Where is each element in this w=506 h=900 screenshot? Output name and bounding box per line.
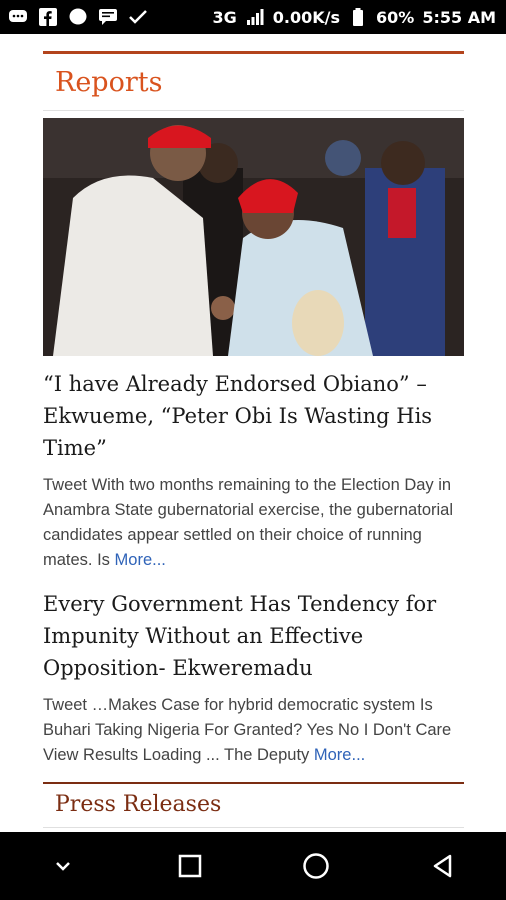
notification-check-icon <box>128 8 148 26</box>
battery-level: 60% <box>376 7 415 27</box>
network-speed: 0.00K/s <box>272 7 341 27</box>
sms-icon <box>98 8 118 26</box>
status-bar: 3G 0.00K/s 60% 5:55 AM <box>0 0 506 34</box>
section-divider <box>43 782 464 784</box>
article-headline[interactable]: “I have Already Endorsed Obiano” – Ekwue… <box>43 368 464 464</box>
navigation-bar <box>0 832 506 900</box>
article-headline[interactable]: Every Government Has Tendency for Impuni… <box>43 588 464 684</box>
article-excerpt: Tweet With two months remaining to the E… <box>43 473 464 573</box>
section-underline <box>43 827 464 828</box>
read-more-link[interactable]: More... <box>115 551 166 569</box>
press-releases-title[interactable]: Press Releases <box>55 791 464 819</box>
section-divider <box>43 51 464 54</box>
network-type: 3G <box>212 7 237 27</box>
section-title[interactable]: Reports <box>55 66 464 100</box>
article-excerpt-text: Tweet With two months remaining to the E… <box>43 476 453 569</box>
article-hero-image[interactable] <box>43 118 464 356</box>
clock: 5:55 AM <box>422 7 496 27</box>
read-more-link[interactable]: More... <box>314 746 365 764</box>
battery-icon <box>348 8 368 26</box>
home-circle-icon[interactable] <box>296 846 336 886</box>
signal-icon <box>245 8 265 26</box>
chat-bubble-icon <box>8 8 28 26</box>
article-excerpt-text: Tweet …Makes Case for hybrid democratic … <box>43 696 452 764</box>
chevron-down-icon[interactable] <box>43 846 83 886</box>
messenger-icon <box>68 8 88 26</box>
recents-square-icon[interactable] <box>170 846 210 886</box>
article-excerpt: Tweet …Makes Case for hybrid democratic … <box>43 693 464 768</box>
back-triangle-icon[interactable] <box>423 846 463 886</box>
facebook-icon <box>38 8 58 26</box>
section-underline <box>43 110 464 111</box>
content-area: Reports “I have Already Endorsed Obiano”… <box>43 34 464 832</box>
